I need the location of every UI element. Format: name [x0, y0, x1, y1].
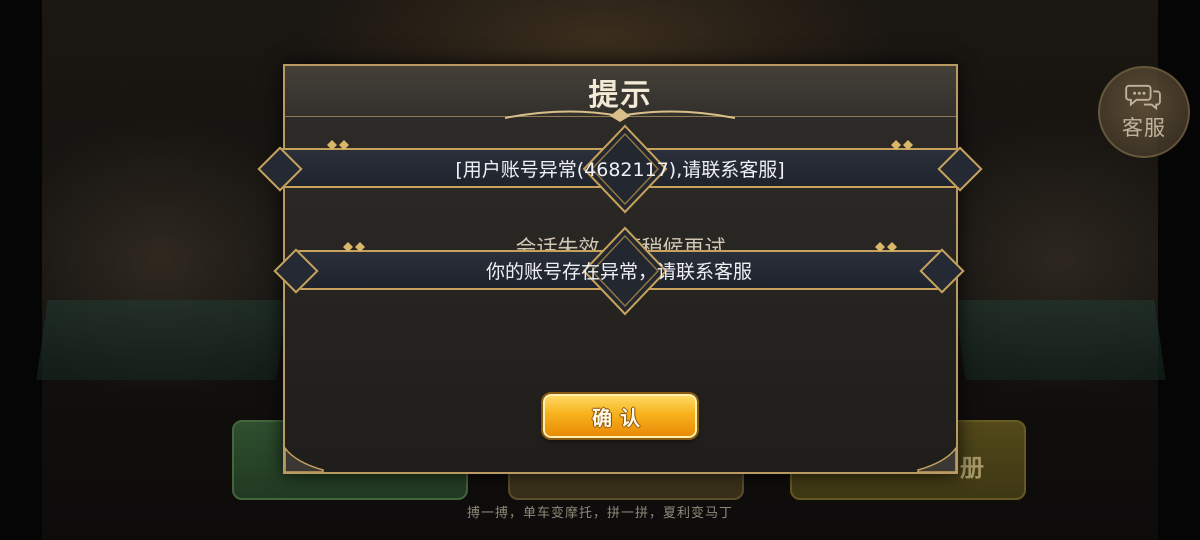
left-letterbox — [0, 0, 42, 540]
banner-dots-ornament — [343, 242, 365, 252]
marquee-text: 搏一搏，单车变摩托，拼一拼，夏利变马丁 — [466, 506, 733, 521]
confirm-button[interactable]: 确认 — [543, 394, 697, 438]
header-flourish-ornament — [505, 108, 735, 122]
pool-table-left — [36, 300, 288, 380]
corner-ornament-left — [285, 446, 324, 472]
game-mode-card-right-label: 册 — [960, 454, 984, 482]
corner-ornament-right — [917, 445, 956, 472]
chat-bubbles-icon — [1125, 84, 1161, 111]
customer-service-button[interactable]: 客服 — [1098, 66, 1190, 158]
banner-dots-ornament — [875, 242, 897, 252]
banner-dots-ornament — [891, 140, 913, 150]
account-warning-text: 你的账号存在异常，请联系客服 — [485, 260, 752, 283]
error-banner-text: [用户账号异常(4682117),请联系客服] — [455, 158, 785, 181]
confirm-button-label: 确认 — [592, 405, 648, 430]
banner-dots-ornament — [327, 140, 349, 150]
pool-table-right — [954, 300, 1166, 380]
customer-service-label: 客服 — [1122, 116, 1166, 140]
